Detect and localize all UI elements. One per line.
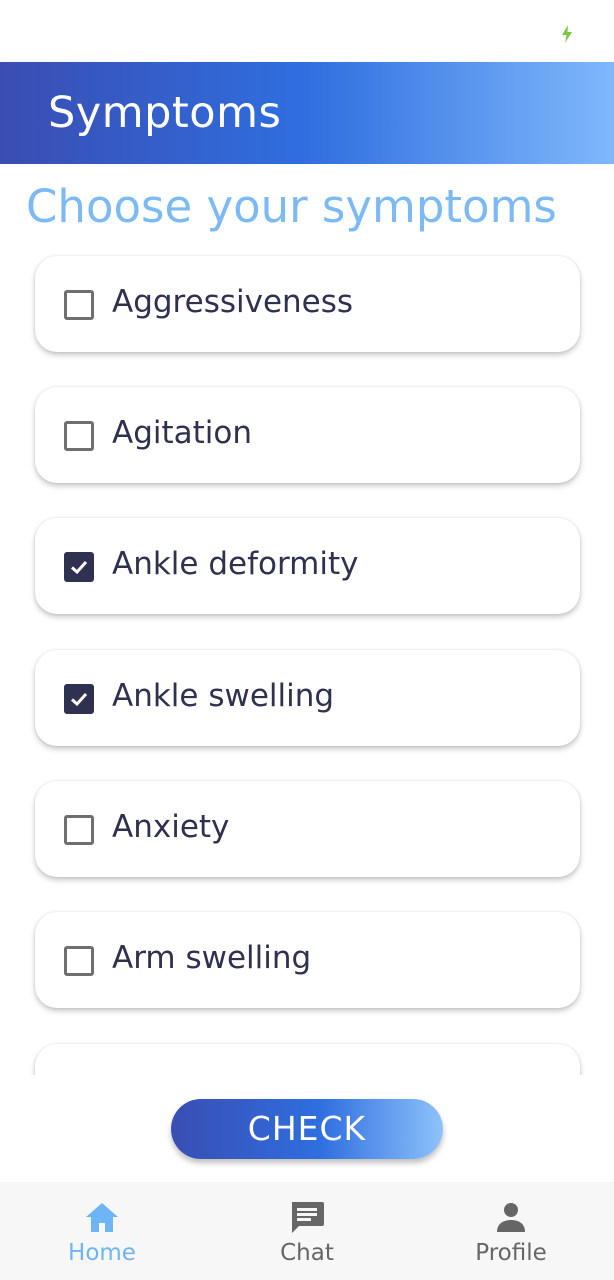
symptom-list[interactable]: Aggressiveness Agitation Ankle deformity… xyxy=(0,245,614,1075)
symptom-card[interactable]: Anxiety xyxy=(35,781,580,877)
symptom-label: Ankle deformity xyxy=(112,546,359,582)
symptom-checkbox[interactable] xyxy=(64,552,94,582)
page-heading: Choose your symptoms xyxy=(26,180,557,233)
nav-label-chat: Chat xyxy=(280,1240,334,1266)
symptom-label: Aggressiveness xyxy=(112,284,354,320)
symptom-card[interactable]: Ankle swelling xyxy=(35,650,580,746)
symptom-card[interactable]: Aggressiveness xyxy=(35,256,580,352)
symptom-checkbox[interactable] xyxy=(64,815,94,845)
bottom-navigation: Home Chat Profile xyxy=(0,1182,614,1280)
check-button[interactable]: CHECK xyxy=(171,1099,443,1159)
nav-item-home[interactable]: Home xyxy=(0,1182,204,1280)
symptom-card[interactable]: Agitation xyxy=(35,387,580,483)
symptom-label: Arm swelling xyxy=(112,940,312,976)
status-bar xyxy=(0,0,614,62)
nav-item-chat[interactable]: Chat xyxy=(205,1182,409,1280)
checkmark-icon xyxy=(70,560,88,575)
symptom-label: Agitation xyxy=(112,415,253,451)
symptom-checkbox[interactable] xyxy=(64,684,94,714)
nav-label-home: Home xyxy=(68,1240,136,1266)
nav-item-profile[interactable]: Profile xyxy=(409,1182,613,1280)
symptom-checkbox[interactable] xyxy=(64,290,94,320)
symptom-card[interactable]: Arm swelling xyxy=(35,912,580,1008)
nav-label-profile: Profile xyxy=(475,1240,547,1266)
chat-icon xyxy=(292,1202,324,1233)
person-icon xyxy=(497,1203,525,1232)
symptom-checkbox[interactable] xyxy=(64,946,94,976)
home-icon xyxy=(86,1203,118,1232)
app-bar: Symptoms xyxy=(0,62,614,164)
symptom-checkbox[interactable] xyxy=(64,421,94,451)
charging-icon xyxy=(562,25,572,43)
symptom-label: Anxiety xyxy=(112,809,230,845)
symptom-label: Ankle swelling xyxy=(112,678,335,714)
symptom-card[interactable]: Ankle deformity xyxy=(35,518,580,614)
checkmark-icon xyxy=(70,692,88,707)
symptom-card-partial[interactable] xyxy=(35,1044,580,1075)
app-bar-title: Symptoms xyxy=(48,88,282,138)
